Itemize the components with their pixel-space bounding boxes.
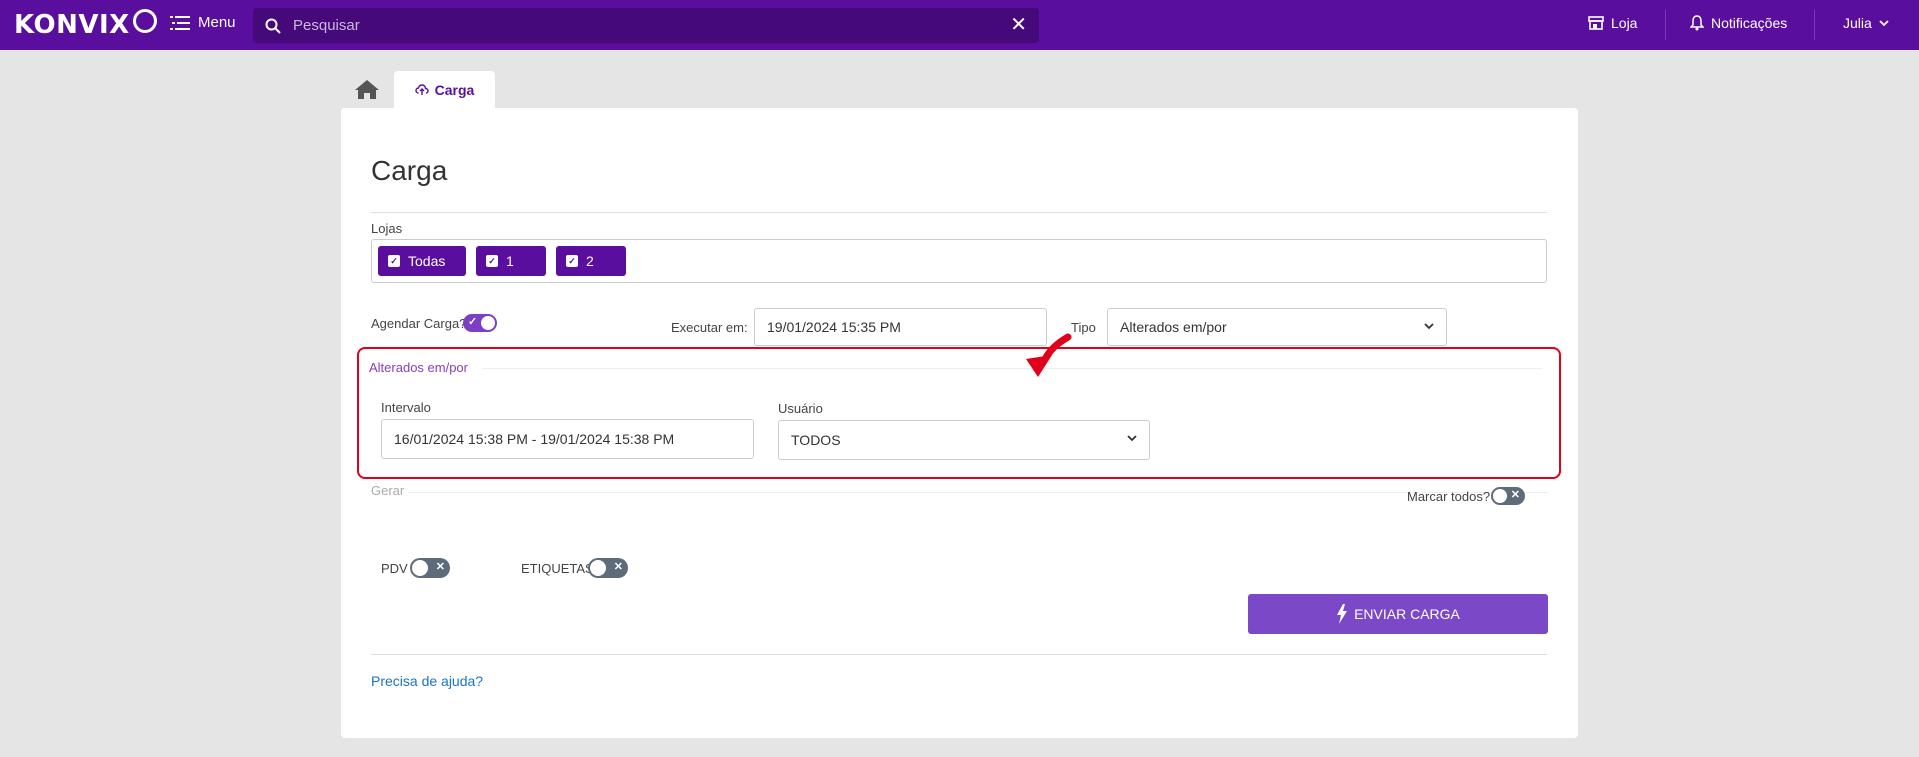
help-link[interactable]: Precisa de ajuda? — [371, 673, 483, 689]
tab-carga[interactable]: Carga — [394, 71, 495, 109]
toggle-knob — [481, 316, 495, 330]
pdv-toggle[interactable]: ✕ — [410, 558, 450, 578]
checkbox-checked-icon: ✓ — [566, 255, 578, 267]
marcar-todos-toggle[interactable]: ✕ — [1491, 487, 1525, 505]
konvix-logo[interactable]: KONVIX — [14, 9, 157, 40]
top-bar: KONVIX Menu ✕ Loja Notificações — [0, 0, 1919, 50]
executar-datetime-input[interactable]: 19/01/2024 15:35 PM — [754, 308, 1047, 346]
intervalo-daterange-input[interactable]: 16/01/2024 15:38 PM - 19/01/2024 15:38 P… — [381, 419, 754, 459]
divider — [371, 654, 1547, 655]
agendar-label: Agendar Carga? — [371, 316, 467, 331]
gerar-line — [408, 492, 1548, 493]
lojas-label: Lojas — [371, 221, 403, 236]
chip-loja-2[interactable]: ✓ 2 — [556, 246, 626, 276]
chip-loja-1[interactable]: ✓ 1 — [476, 246, 546, 276]
logo-text: KONVIX — [14, 10, 130, 40]
checkbox-checked-icon: ✓ — [486, 255, 498, 267]
toggle-knob — [1493, 489, 1507, 503]
gerar-legend: Gerar — [371, 483, 405, 498]
pdv-label: PDV — [381, 561, 408, 576]
store-icon — [1588, 16, 1604, 30]
header-divider — [1665, 10, 1666, 40]
intervalo-label: Intervalo — [381, 400, 431, 415]
chevron-down-icon — [1127, 435, 1137, 442]
etiquetas-toggle[interactable]: ✕ — [588, 558, 628, 578]
x-icon: ✕ — [1510, 489, 1520, 501]
chevron-down-icon — [1424, 323, 1434, 330]
marcar-todos-label: Marcar todos? — [1407, 489, 1491, 504]
enviar-carga-label: ENVIAR CARGA — [1354, 606, 1460, 622]
logo-mark-icon — [132, 9, 157, 33]
usuario-value: TODOS — [791, 432, 841, 448]
toggle-knob — [412, 560, 428, 576]
search-input[interactable] — [293, 17, 993, 34]
etiquetas-label: ETIQUETAS — [521, 561, 594, 576]
store-button[interactable]: Loja — [1588, 15, 1637, 31]
usuario-select[interactable]: TODOS — [778, 420, 1150, 460]
chip-label: Todas — [408, 253, 446, 269]
divider — [371, 212, 1547, 213]
search-icon — [265, 18, 281, 34]
tipo-select[interactable]: Alterados em/por — [1107, 308, 1447, 346]
x-icon: ✕ — [435, 561, 445, 573]
cloud-upload-icon — [414, 84, 429, 95]
legend-line — [482, 368, 1542, 369]
check-icon: ✓ — [468, 316, 478, 328]
lojas-multiselect[interactable] — [371, 239, 1547, 283]
hamburger-menu-icon — [170, 15, 190, 30]
home-icon[interactable] — [353, 78, 381, 100]
store-label: Loja — [1611, 15, 1638, 31]
agendar-toggle[interactable]: ✓ — [463, 314, 497, 332]
executar-value: 19/01/2024 15:35 PM — [767, 319, 901, 335]
tipo-value: Alterados em/por — [1120, 319, 1227, 335]
executar-label: Executar em: — [671, 320, 748, 335]
header-divider — [1814, 10, 1815, 40]
usuario-label: Usuário — [778, 401, 823, 416]
notifications-label: Notificações — [1711, 15, 1788, 31]
user-name: Julia — [1843, 15, 1872, 31]
section-legend: Alterados em/por — [369, 360, 468, 375]
page-title: Carga — [371, 155, 448, 186]
intervalo-value: 16/01/2024 15:38 PM - 19/01/2024 15:38 P… — [394, 431, 675, 447]
search-bar: ✕ — [253, 8, 1039, 43]
close-icon[interactable]: ✕ — [1010, 15, 1027, 35]
bell-icon — [1690, 15, 1704, 31]
menu-label: Menu — [198, 14, 236, 31]
chip-label: 2 — [586, 253, 594, 269]
toggle-knob — [590, 560, 606, 576]
chevron-down-icon — [1879, 20, 1889, 27]
enviar-carga-button[interactable]: ENVIAR CARGA — [1248, 594, 1548, 634]
chip-todas[interactable]: ✓ Todas — [378, 246, 466, 276]
menu-button[interactable]: Menu — [170, 14, 236, 31]
checkbox-checked-icon: ✓ — [388, 255, 400, 267]
user-menu[interactable]: Julia — [1843, 15, 1889, 31]
tipo-label: Tipo — [1071, 320, 1096, 335]
chip-label: 1 — [506, 253, 514, 269]
x-icon: ✕ — [613, 561, 623, 573]
notifications-button[interactable]: Notificações — [1690, 15, 1787, 31]
lightning-icon — [1337, 604, 1348, 624]
tab-carga-label: Carga — [434, 82, 475, 98]
red-arrow-icon — [1026, 333, 1072, 377]
